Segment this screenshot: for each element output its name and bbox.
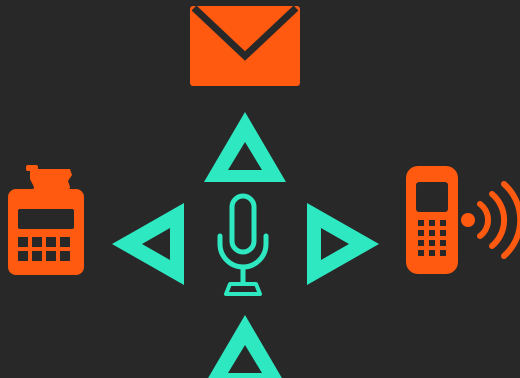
arrow-left-icon bbox=[112, 203, 184, 285]
mail-icon bbox=[190, 6, 300, 86]
microphone-icon bbox=[217, 193, 269, 296]
icon-diagram bbox=[0, 0, 520, 378]
cash-register-icon bbox=[8, 165, 84, 275]
arrow-right-icon bbox=[307, 203, 379, 285]
mobile-phone-signal-icon bbox=[406, 166, 520, 274]
arrow-down-icon bbox=[208, 315, 282, 378]
arrow-up-icon bbox=[204, 112, 286, 182]
